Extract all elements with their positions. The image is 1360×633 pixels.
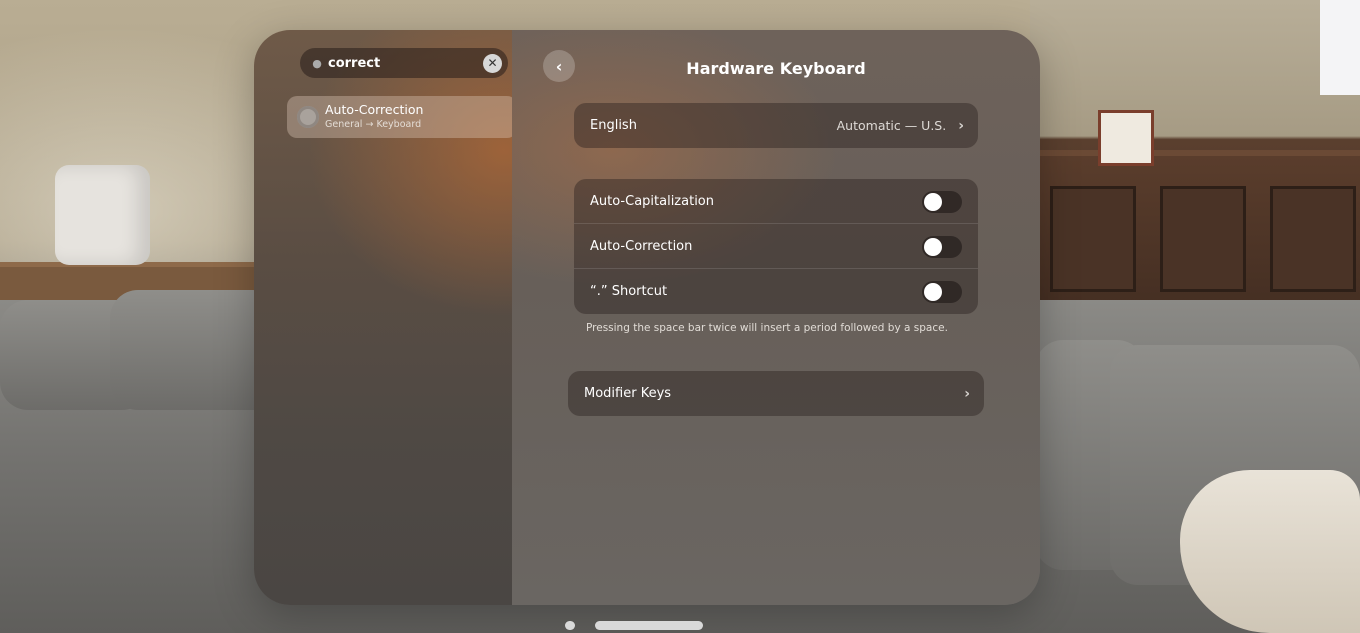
background-window: [1320, 0, 1360, 95]
language-label: English: [590, 118, 637, 133]
chevron-right-icon: ›: [958, 117, 964, 134]
language-group: English Automatic — U.S. ›: [574, 103, 978, 148]
toggle-label: Auto-Capitalization: [590, 194, 715, 209]
toggle-label: “.” Shortcut: [590, 284, 668, 299]
cabinet-door: [1270, 186, 1356, 292]
page-title: Hardware Keyboard: [686, 59, 866, 78]
toggle-knob: [924, 237, 942, 256]
search-input[interactable]: correct: [328, 56, 483, 71]
search-result-title: Auto-Correction: [325, 102, 424, 117]
search-field[interactable]: ● correct ✕: [300, 48, 508, 78]
detail-pane: ‹ Hardware Keyboard English Automatic — …: [512, 30, 1040, 605]
toggle-knob: [924, 192, 942, 211]
period-shortcut-footnote: Pressing the space bar twice will insert…: [586, 322, 948, 334]
microphone-icon[interactable]: ●: [306, 57, 328, 70]
sidebar: ● correct ✕ Auto-Correction General → Ke…: [254, 30, 517, 605]
gear-icon: [297, 106, 319, 128]
cabinet-door: [1050, 186, 1136, 292]
toggle-row-period-shortcut: “.” Shortcut: [574, 269, 978, 314]
background-lamp: [55, 165, 150, 265]
cabinet-door: [1160, 186, 1246, 292]
toggle-knob: [924, 282, 942, 301]
toggle-row-auto-capitalization: Auto-Capitalization: [574, 179, 978, 224]
clear-x-icon[interactable]: ✕: [483, 53, 502, 73]
window-grab-bar[interactable]: [595, 621, 703, 630]
modifier-keys-group: Modifier Keys ›: [568, 371, 984, 416]
toggles-group: Auto-Capitalization Auto-Correction “.” …: [574, 179, 978, 314]
language-value: Automatic — U.S.: [836, 118, 947, 133]
auto-correction-toggle[interactable]: [922, 235, 962, 258]
chevron-right-icon: ›: [964, 385, 970, 402]
language-row[interactable]: English Automatic — U.S. ›: [574, 103, 978, 148]
period-shortcut-toggle[interactable]: [922, 280, 962, 303]
background-photo-frame: [1098, 110, 1154, 166]
toggle-label: Auto-Correction: [590, 239, 693, 254]
settings-window: ● correct ✕ Auto-Correction General → Ke…: [254, 30, 1040, 605]
auto-capitalization-toggle[interactable]: [922, 190, 962, 213]
window-close-dot[interactable]: [565, 621, 575, 630]
modifier-keys-row[interactable]: Modifier Keys ›: [568, 371, 984, 416]
toggle-row-auto-correction: Auto-Correction: [574, 224, 978, 269]
search-result-path: General → Keyboard: [325, 119, 422, 130]
modifier-keys-label: Modifier Keys: [584, 386, 672, 401]
search-result-item[interactable]: Auto-Correction General → Keyboard: [287, 96, 517, 138]
